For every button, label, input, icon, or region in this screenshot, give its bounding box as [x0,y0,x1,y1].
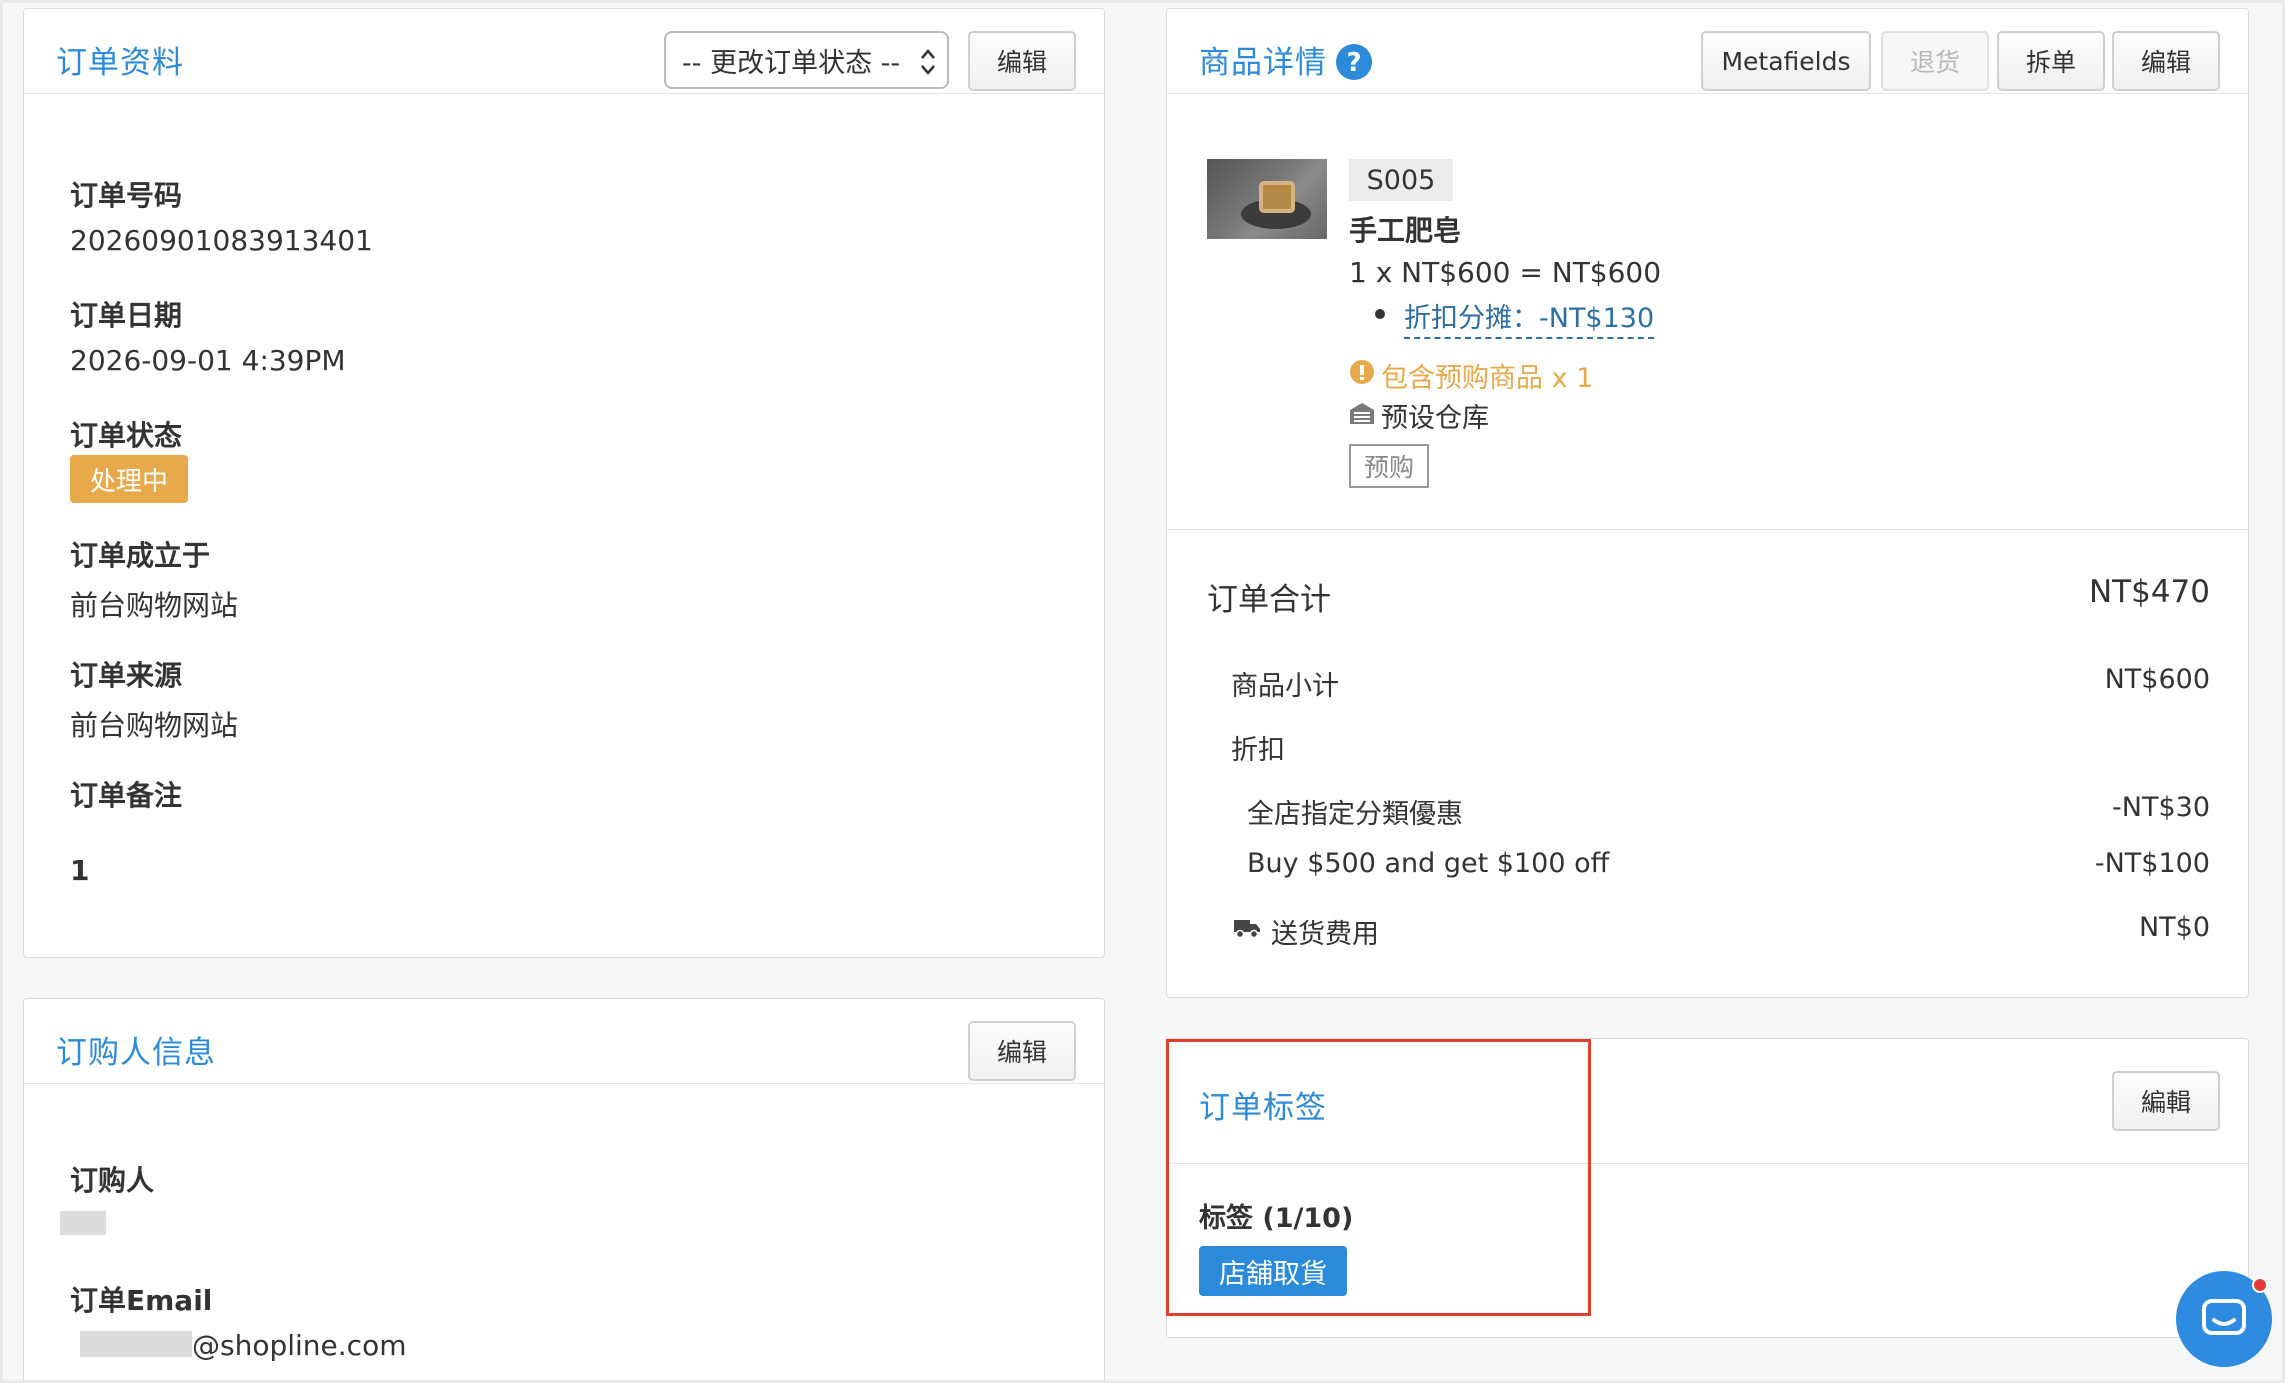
product-edit-button[interactable]: 编辑 [2112,31,2220,91]
product-details-panel: 商品详情 ? Metafields 退货 拆单 编辑 S005 手工肥皂 1 x… [1166,8,2249,998]
product-name[interactable]: 手工肥皂 [1349,209,1461,249]
buyer-email-suffix: @shopline.com [192,1329,407,1362]
order-total-label: 订单合计 [1207,582,1331,618]
order-remarks-label: 订单备注 [70,779,183,812]
help-icon[interactable]: ? [1335,43,1373,81]
created-at-value: 前台购物网站 [70,589,239,622]
product-sku: S005 [1349,159,1453,201]
order-source-label: 订单来源 [70,659,183,692]
warning-icon [1350,360,1374,384]
select-arrows-icon [921,49,935,75]
order-info-panel: 订单资料 -- 更改订单状态 -- 编辑 订单号码 20260901083913… [23,8,1105,958]
buyer-info-title: 订购人信息 [56,1035,216,1071]
return-button[interactable]: 退货 [1881,31,1989,91]
shipping-value: NT$0 [2138,912,2210,943]
buyer-label: 订购人 [70,1164,155,1197]
order-total-value: NT$470 [2088,574,2210,610]
split-order-button[interactable]: 拆单 [1997,31,2105,91]
preorder-warning: 包含预购商品 x 1 [1381,363,1594,394]
order-status-label: 订单状态 [70,419,183,452]
discount-2-label: Buy $500 and get $100 off [1247,848,1610,879]
chat-icon [2202,1299,2246,1335]
shipping-label: 送货费用 [1271,919,1379,950]
buyer-info-panel: 订购人信息 编辑 订购人 订单Email @shopline.com [23,998,1105,1380]
order-date-value: 2026-09-01 4:39PM [70,344,346,377]
preorder-tag: 预购 [1349,444,1429,488]
order-status-select-label: -- 更改订单状态 -- [682,47,901,79]
product-details-title: 商品详情 [1199,45,1327,81]
metafields-button[interactable]: Metafields [1701,31,1871,91]
chat-notification-dot [2252,1277,2268,1293]
buyer-info-edit-button[interactable]: 编辑 [968,1021,1076,1081]
order-tags-edit-button[interactable]: 編輯 [2112,1071,2220,1131]
buyer-email-label: 订单Email [70,1284,213,1317]
product-price-line: 1 x NT$600 = NT$600 [1349,256,1662,289]
order-info-edit-button[interactable]: 编辑 [968,31,1076,91]
warehouse-icon [1350,403,1374,424]
subtotal-label: 商品小计 [1231,671,1339,702]
truck-icon [1234,920,1260,939]
created-at-label: 订单成立于 [70,539,211,572]
order-remarks-value: 1 [70,854,90,887]
discount-1-value: -NT$30 [2112,792,2210,823]
product-thumbnail[interactable] [1207,159,1327,239]
buyer-name-redacted [60,1211,106,1235]
order-no-label: 订单号码 [70,179,183,212]
order-no-value: 20260901083913401 [70,224,373,257]
discount-2-value: -NT$100 [2094,848,2210,879]
page: 订单资料 -- 更改订单状态 -- 编辑 订单号码 20260901083913… [3,3,2282,1380]
svg-text:?: ? [1346,48,1361,78]
chat-launcher-button[interactable] [2176,1271,2272,1367]
totals-divider [1167,529,2248,530]
warehouse-name: 预设仓库 [1381,403,1489,434]
order-date-label: 订单日期 [70,299,183,332]
order-tags-highlight-box [1166,1039,1591,1316]
order-status-badge: 处理中 [70,455,188,503]
discount-allocation-bullet [1375,309,1385,319]
discount-label: 折扣 [1231,735,1285,766]
discount-1-label: 全店指定分類優惠 [1247,799,1463,830]
order-status-select[interactable]: -- 更改订单状态 -- [664,31,949,89]
discount-allocation-link[interactable]: 折扣分摊：-NT$130 [1404,296,1655,339]
buyer-email-redacted [80,1331,192,1357]
subtotal-value: NT$600 [2104,664,2210,695]
order-info-title: 订单资料 [56,45,184,81]
order-source-value: 前台购物网站 [70,709,239,742]
